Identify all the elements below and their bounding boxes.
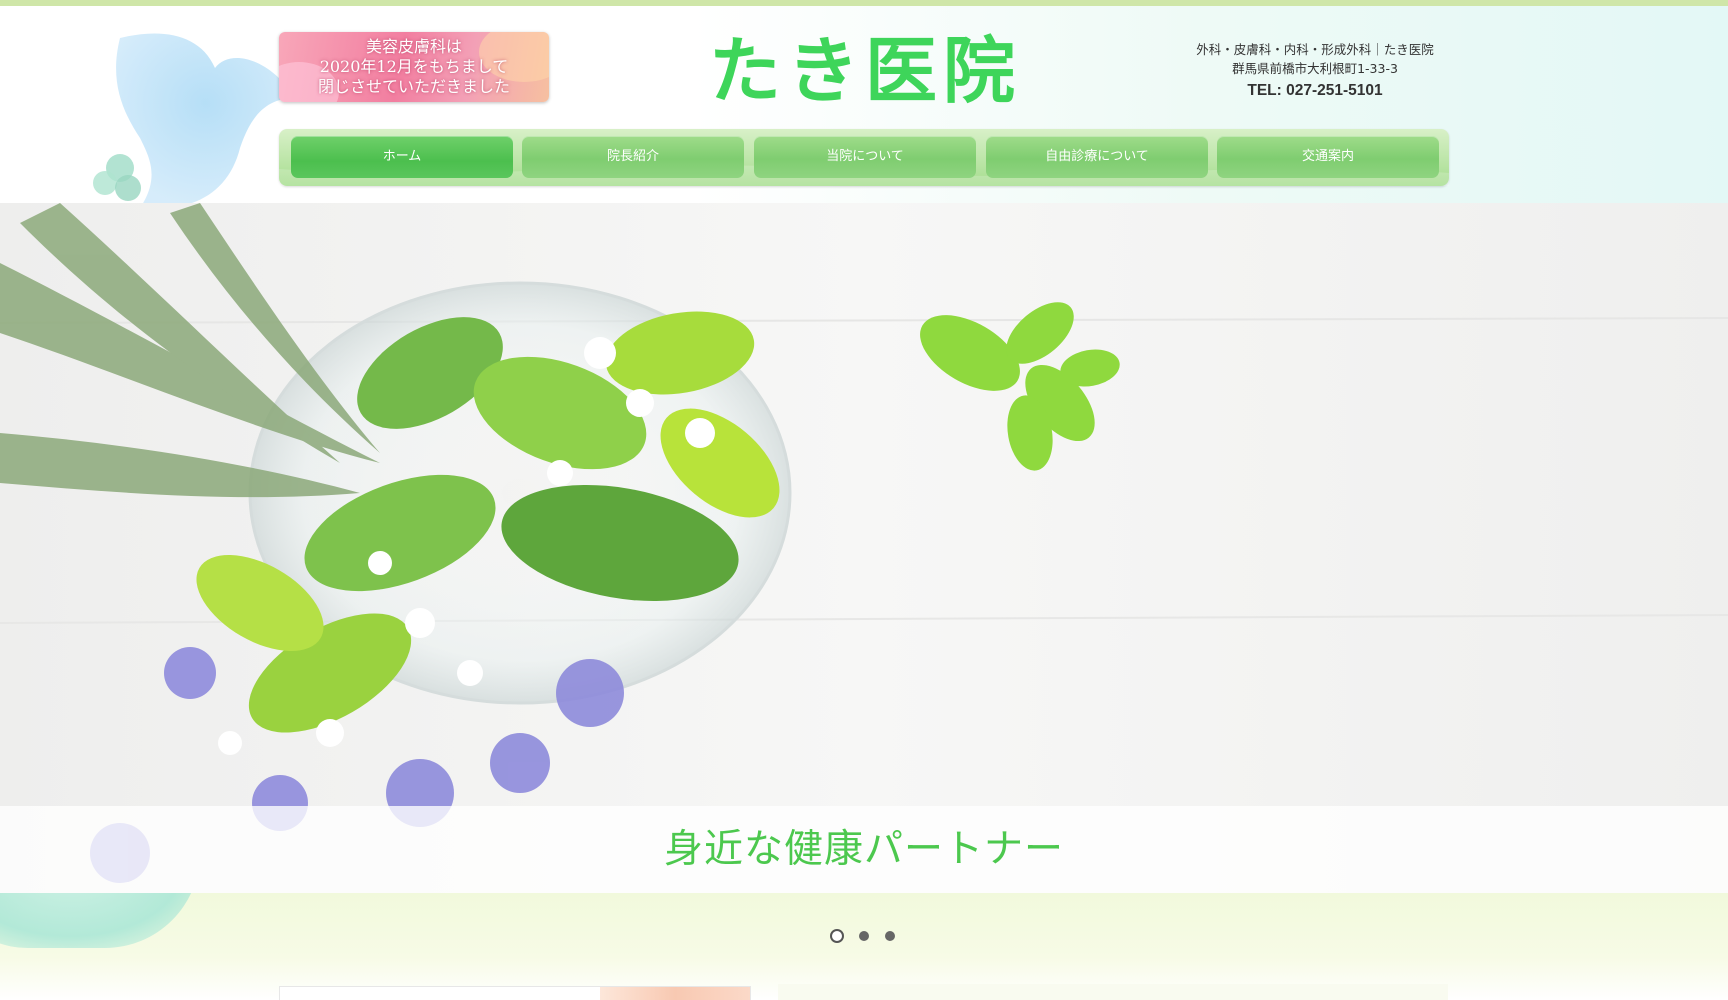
beauty-dermatology-notice-banner[interactable]: 美容皮膚科は 2020年12月をもちまして 閉じさせていただきました xyxy=(279,32,549,102)
banner-line-2: 2020年12月をもちまして xyxy=(319,57,509,76)
card-flower-image xyxy=(600,987,750,1000)
content-card-left xyxy=(279,986,751,1000)
nav-director[interactable]: 院長紹介 xyxy=(522,136,744,178)
bird-decoration-icon xyxy=(93,33,295,203)
main-navigation: ホーム 院長紹介 当院について 自由診療について 交通案内 xyxy=(279,129,1449,186)
site-header: 美容皮膚科は 2020年12月をもちまして 閉じさせていただきました たき医院 … xyxy=(0,6,1728,203)
slide-dot-2[interactable] xyxy=(859,931,869,941)
nav-about[interactable]: 当院について xyxy=(754,136,976,178)
nav-access[interactable]: 交通案内 xyxy=(1217,136,1439,178)
nav-private-treatment[interactable]: 自由診療について xyxy=(986,136,1208,178)
content-area xyxy=(0,893,1728,1000)
phone-number[interactable]: TEL: 027-251-5101 xyxy=(1180,80,1450,102)
hero-caption-bar: 身近な健康パートナー xyxy=(0,806,1728,893)
slide-indicators xyxy=(828,928,900,944)
hero-caption: 身近な健康パートナー xyxy=(663,827,1064,872)
banner-line-1: 美容皮膚科は xyxy=(365,37,462,56)
address-text: 群馬県前橋市大利根町1-33-3 xyxy=(1232,61,1398,76)
slide-dot-1[interactable] xyxy=(830,929,844,943)
nav-home[interactable]: ホーム xyxy=(291,136,513,178)
site-logo[interactable]: たき医院 xyxy=(700,26,1030,116)
herb-bouquet-image xyxy=(0,203,1728,893)
departments-text: 外科・皮膚科・内科・形成外科｜たき医院 xyxy=(1196,42,1434,57)
hero-slideshow[interactable]: 身近な健康パートナー xyxy=(0,203,1728,893)
clinic-info: 外科・皮膚科・内科・形成外科｜たき医院 群馬県前橋市大利根町1-33-3 TEL… xyxy=(1180,40,1450,102)
leaf-decoration xyxy=(0,893,200,948)
banner-line-3: 閉じさせていただきました xyxy=(317,77,510,96)
banner-text: 美容皮膚科は 2020年12月をもちまして 閉じさせていただきました xyxy=(279,37,549,97)
content-card-right xyxy=(778,984,1448,1000)
slide-dot-3[interactable] xyxy=(885,931,895,941)
